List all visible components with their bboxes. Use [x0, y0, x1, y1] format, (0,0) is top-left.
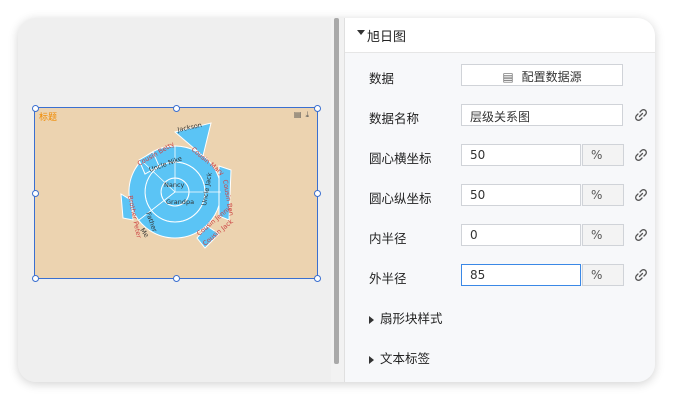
- link-icon[interactable]: [634, 268, 648, 282]
- link-icon[interactable]: [634, 188, 648, 202]
- center-y-input[interactable]: 50: [461, 184, 581, 206]
- inner-radius-input[interactable]: 0: [461, 224, 581, 246]
- center-y-unit: %: [582, 184, 624, 206]
- configure-data-source-label: 配置数据源: [521, 70, 582, 84]
- center-x-input[interactable]: 50: [461, 144, 581, 166]
- section-title: 旭日图: [367, 30, 407, 45]
- center-x-unit: %: [582, 144, 624, 166]
- resize-handle-top-right[interactable]: [314, 105, 321, 112]
- data-name-label: 数据名称: [369, 111, 420, 126]
- resize-handle-top-left[interactable]: [32, 105, 39, 112]
- app-window: 标题 ▤⤓ Jackson Nancy Uncle Nike Grandpa F…: [18, 18, 655, 382]
- resize-handle-right[interactable]: [314, 190, 321, 197]
- data-name-input[interactable]: 层级关系图: [461, 104, 623, 126]
- outer-radius-label: 外半径: [369, 271, 407, 286]
- center-x-label: 圆心横坐标: [369, 151, 432, 166]
- resize-handle-bottom-left[interactable]: [32, 275, 39, 282]
- resize-handle-top[interactable]: [173, 105, 180, 112]
- data-label: 数据: [369, 71, 395, 86]
- caret-down-icon: [357, 30, 365, 35]
- outer-radius-input[interactable]: 85: [461, 264, 581, 286]
- resize-handle-bottom[interactable]: [173, 275, 180, 282]
- caret-right-icon: [369, 355, 374, 364]
- sector-style-label: 扇形块样式: [380, 311, 443, 326]
- panel-splitter[interactable]: [334, 18, 339, 364]
- link-icon[interactable]: [634, 148, 648, 162]
- sunburst-section-header[interactable]: 旭日图: [345, 18, 655, 53]
- inner-radius-unit: %: [582, 224, 624, 246]
- center-y-label: 圆心纵坐标: [369, 191, 432, 206]
- configure-data-source-button[interactable]: ▤ 配置数据源: [461, 64, 623, 86]
- outer-radius-unit: %: [582, 264, 624, 286]
- caret-right-icon: [369, 315, 374, 324]
- inner-radius-label: 内半径: [369, 231, 407, 246]
- sector-style-section[interactable]: 扇形块样式: [369, 308, 443, 327]
- sunburst-chart-widget[interactable]: 标题 ▤⤓ Jackson Nancy Uncle Nike Grandpa F…: [32, 105, 321, 282]
- label-nancy: Nancy: [164, 181, 185, 189]
- table-icon: ▤: [502, 70, 514, 84]
- link-icon[interactable]: [634, 108, 648, 122]
- text-label-section[interactable]: 文本标签: [369, 348, 430, 367]
- label-grandpa: Grandpa: [166, 198, 194, 206]
- text-label-label: 文本标签: [380, 351, 431, 366]
- link-icon[interactable]: [634, 228, 648, 242]
- resize-handle-left[interactable]: [32, 190, 39, 197]
- property-panel: 旭日图 数据 ▤ 配置数据源 数据名称 层级关系图 圆心横坐标 50 % 圆心纵坐…: [344, 18, 655, 382]
- canvas-area: 标题 ▤⤓ Jackson Nancy Uncle Nike Grandpa F…: [18, 18, 331, 382]
- resize-handle-bottom-right[interactable]: [314, 275, 321, 282]
- sunburst-chart: Jackson Nancy Uncle Nike Grandpa Father …: [120, 121, 235, 249]
